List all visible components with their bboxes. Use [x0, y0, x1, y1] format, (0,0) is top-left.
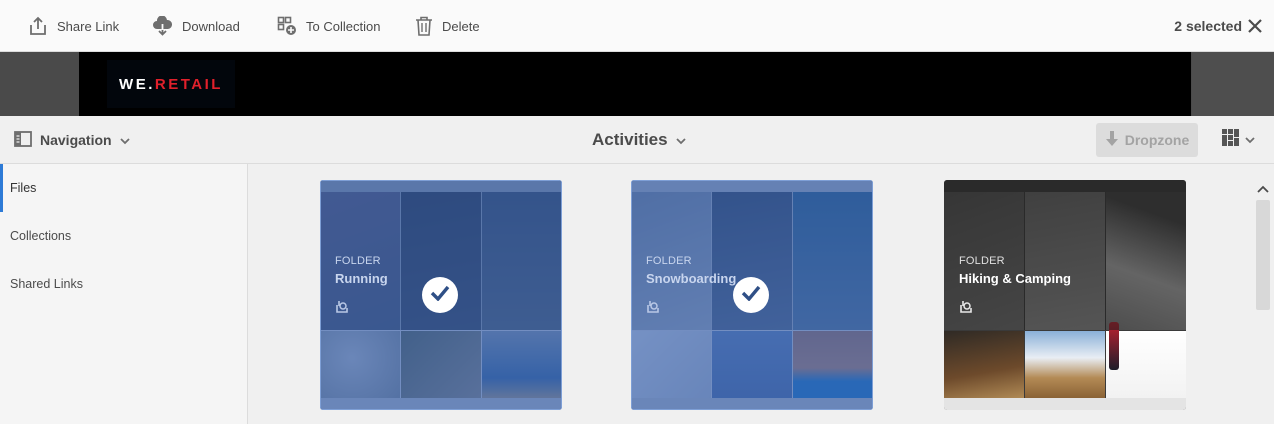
chevron-down-icon: [1245, 131, 1255, 149]
navigation-toggle[interactable]: Navigation: [14, 116, 130, 164]
we-retail-logo: WE.RETAIL: [107, 60, 235, 108]
card-grid: FOLDER Running FOLDER Snowboarding FOLDE…: [249, 164, 1254, 424]
sidebar: Files Collections Shared Links: [0, 164, 248, 424]
banner-side: [1192, 52, 1274, 116]
brand-banner: WE.RETAIL: [0, 52, 1274, 116]
card-kind: FOLDER: [646, 255, 692, 267]
sidebar-item-label: Files: [10, 181, 37, 195]
folder-card-hiking-camping[interactable]: FOLDER Hiking & Camping: [944, 180, 1186, 410]
download-icon: [152, 16, 173, 36]
selected-check: [422, 277, 458, 313]
logo-text-retail: RETAIL: [154, 75, 223, 93]
folder-title-dropdown[interactable]: Activities: [592, 116, 686, 164]
chevron-down-icon: [119, 132, 130, 148]
title-bar: Navigation Activities Dropzone: [0, 116, 1274, 164]
scroll-up-icon[interactable]: [1257, 180, 1269, 198]
selected-check: [733, 277, 769, 313]
folder-share-icon: [959, 300, 973, 318]
banner-image: WE.RETAIL: [79, 52, 1191, 116]
card-kind: FOLDER: [959, 255, 1005, 267]
card-title: Hiking & Camping: [959, 271, 1071, 286]
close-icon: [1248, 19, 1262, 37]
share-icon: [28, 16, 48, 36]
view-switcher[interactable]: [1222, 116, 1255, 164]
dropzone-label: Dropzone: [1124, 132, 1190, 148]
folder-share-icon: [335, 300, 349, 318]
sidebar-item-files[interactable]: Files: [0, 164, 247, 212]
sidebar-item-shared-links[interactable]: Shared Links: [0, 260, 247, 308]
dropzone-download-icon: [1105, 130, 1119, 151]
folder-share-icon: [646, 300, 660, 318]
delete-label: Delete: [442, 18, 480, 34]
card-meta: FOLDER Snowboarding: [646, 255, 736, 286]
selected-count: 2 selected: [1174, 18, 1242, 34]
scrollbar-thumb[interactable]: [1256, 200, 1270, 310]
page-title: Activities: [592, 130, 668, 149]
delete-icon: [415, 16, 433, 36]
checkmark-icon: [741, 285, 761, 306]
to-collection-icon: [277, 16, 297, 36]
card-meta: FOLDER Running: [335, 255, 388, 286]
card-title: Running: [335, 271, 388, 286]
sidebar-toggle-icon: [14, 130, 32, 150]
card-title: Snowboarding: [646, 271, 737, 286]
download-button[interactable]: Download: [152, 0, 240, 52]
card-footer-bar: [944, 398, 1186, 410]
to-collection-button[interactable]: To Collection: [277, 0, 380, 52]
folder-card-running[interactable]: FOLDER Running: [320, 180, 562, 410]
sidebar-item-collections[interactable]: Collections: [0, 212, 247, 260]
vertical-scrollbar[interactable]: [1254, 164, 1274, 424]
folder-card-snowboarding[interactable]: FOLDER Snowboarding: [631, 180, 873, 410]
share-link-label: Share Link: [57, 18, 120, 34]
grid-view-icon: [1222, 129, 1239, 151]
dropzone-button[interactable]: Dropzone: [1096, 123, 1198, 157]
card-meta: FOLDER Hiking & Camping: [959, 255, 1071, 286]
checkmark-icon: [430, 285, 450, 306]
sidebar-item-label: Shared Links: [10, 277, 83, 291]
to-collection-label: To Collection: [306, 18, 381, 34]
sidebar-item-label: Collections: [10, 229, 72, 243]
chevron-down-icon: [675, 130, 686, 150]
logo-text-we: WE.: [119, 75, 155, 93]
delete-button[interactable]: Delete: [415, 0, 480, 52]
selection-action-bar: Share Link Download To Collection Delete…: [0, 0, 1274, 52]
card-kind: FOLDER: [335, 255, 381, 267]
share-link-button[interactable]: Share Link: [28, 0, 119, 52]
navigation-label: Navigation: [40, 132, 112, 148]
close-selection-button[interactable]: [1248, 15, 1268, 37]
download-label: Download: [182, 18, 240, 34]
